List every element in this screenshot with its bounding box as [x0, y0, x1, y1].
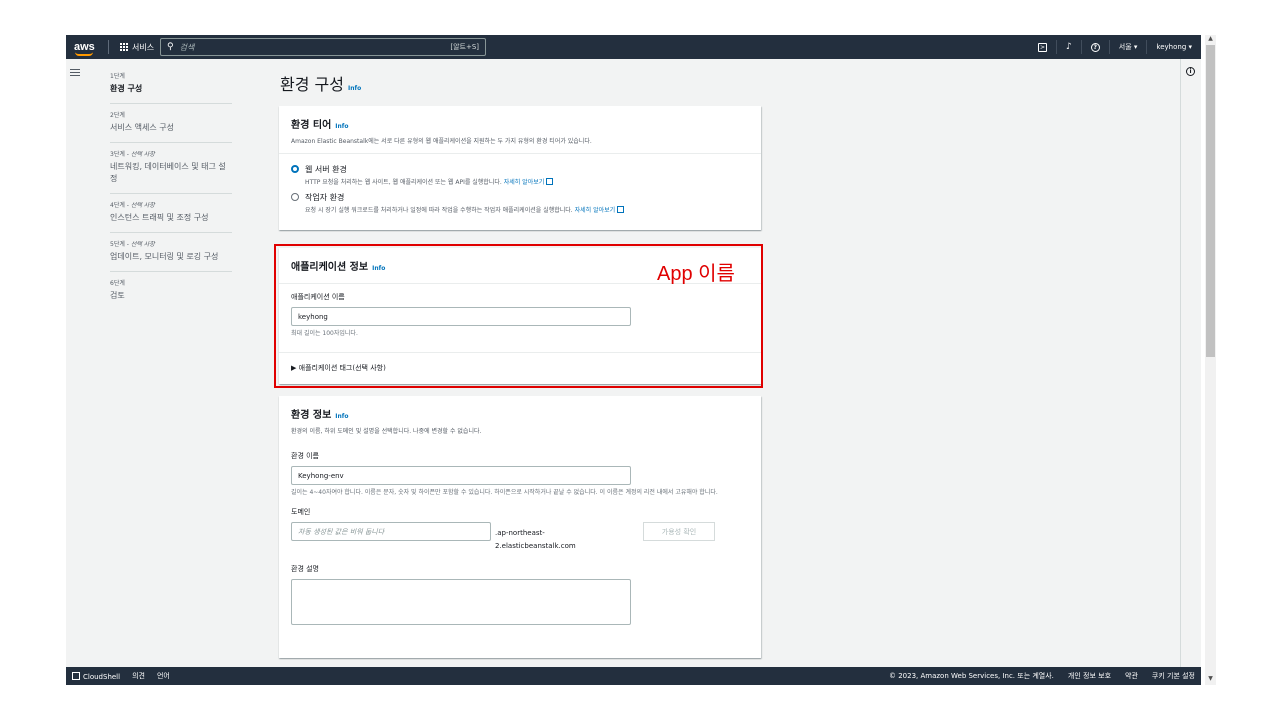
environment-info-card: 환경 정보 Info 환경의 이름, 하위 도메인 및 설명을 선택합니다. 나중…	[279, 396, 761, 658]
annotation-label: App 이름	[657, 263, 735, 285]
step-6[interactable]: 6단계 검토	[110, 272, 232, 310]
step-title: 환경 구성	[110, 84, 143, 93]
grid-icon	[119, 43, 128, 52]
cookie-preferences-link[interactable]: 쿠키 기본 설정	[1152, 671, 1195, 681]
divider	[108, 40, 109, 54]
language-link[interactable]: 언어	[157, 671, 170, 681]
aws-logo[interactable]: aws	[74, 42, 102, 56]
step-title: 서비스 액세스 구성	[110, 123, 174, 132]
wizard-steps: 1단계 환경 구성 2단계 서비스 액세스 구성 3단계 - 선택 사항 네트워…	[110, 65, 232, 310]
cloudshell-footer-button[interactable]: CloudShell	[72, 671, 120, 681]
account-menu[interactable]: keyhong ▾	[1146, 40, 1201, 54]
environment-description-textarea[interactable]	[291, 579, 631, 625]
field-label: 환경 설명	[291, 565, 319, 573]
page-title: 환경 구성 Info	[280, 71, 361, 95]
field-label: 환경 이름	[291, 452, 319, 460]
step-number: 2단계	[110, 112, 125, 119]
scroll-up-arrow[interactable]: ▲	[1205, 35, 1216, 45]
step-4[interactable]: 4단계 - 선택 사항 인스턴스 트래픽 및 조정 구성	[110, 194, 232, 233]
domain-suffix-line-2: 2.elasticbeanstalk.com	[495, 542, 576, 550]
learn-more-link[interactable]: 자세히 알아보기	[504, 179, 545, 186]
footer-right: © 2023, Amazon Web Services, Inc. 또는 계열사…	[889, 671, 1195, 681]
step-number: 6단계	[110, 280, 125, 287]
search-input[interactable]: ⚲ 검색 [알트+S]	[160, 38, 486, 56]
feedback-link[interactable]: 의견	[132, 671, 145, 681]
scrollbar-thumb[interactable]	[1206, 45, 1215, 357]
field-label: 도메인	[291, 508, 311, 516]
step-title: 네트워킹, 데이터베이스 및 태그 설정	[110, 162, 226, 183]
domain-input[interactable]: 자동 생성된 값은 비워 둡니다	[291, 522, 491, 541]
domain-suffix: .ap-northeast- 2.elasticbeanstalk.com	[495, 527, 576, 553]
card-body: 웹 서버 환경 HTTP 요청을 처리하는 웹 사이트, 웹 애플리케이션 또는…	[279, 154, 761, 230]
search-icon: ⚲	[167, 42, 174, 52]
environment-name-input[interactable]: Keyhong-env	[291, 466, 631, 485]
copyright-text: © 2023, Amazon Web Services, Inc. 또는 계열사…	[889, 672, 1054, 680]
services-menu-button[interactable]: 서비스	[119, 42, 154, 53]
info-link[interactable]: Info	[348, 85, 361, 92]
search-placeholder: 검색	[179, 42, 195, 52]
console-frame: aws 서비스 ⚲ 검색 [알트+S] > ♪ ? 서울 ▾ keyhong ▾…	[66, 35, 1201, 685]
top-nav-bar: aws 서비스 ⚲ 검색 [알트+S] > ♪ ? 서울 ▾ keyhong ▾	[66, 35, 1201, 59]
card-header: 환경 티어 Info Amazon Elastic Beanstalk에는 서로 …	[279, 106, 761, 154]
learn-more-link[interactable]: 자세히 알아보기	[575, 207, 616, 214]
check-availability-button[interactable]: 가용성 확인	[643, 522, 715, 541]
environment-tier-card: 환경 티어 Info Amazon Elastic Beanstalk에는 서로 …	[279, 106, 761, 230]
field-hint: 길이는 4~40자여야 합니다. 이름은 문자, 숫자 및 하이픈만 포함할 수…	[291, 489, 718, 496]
terminal-icon: >	[1038, 42, 1048, 52]
terms-link[interactable]: 약관	[1125, 671, 1138, 681]
card-title: 환경 티어 Info	[291, 120, 349, 131]
info-link[interactable]: Info	[335, 123, 348, 130]
step-number: 5단계 - 선택 사항	[110, 241, 155, 248]
info-panel-icon[interactable]: i	[1186, 67, 1195, 76]
tools-rail-divider	[1180, 59, 1181, 667]
notifications-button[interactable]: ♪	[1056, 40, 1081, 54]
radio-unselected[interactable]	[291, 193, 299, 201]
search-shortcut: [알트+S]	[450, 43, 479, 51]
step-number: 3단계 - 선택 사항	[110, 151, 155, 158]
privacy-link[interactable]: 개인 정보 보호	[1068, 671, 1111, 681]
card-header: 환경 정보 Info 환경의 이름, 하위 도메인 및 설명을 선택합니다. 나중…	[279, 396, 761, 443]
footer-bar: CloudShell 의견 언어 © 2023, Amazon Web Serv…	[66, 667, 1201, 685]
menu-icon[interactable]	[70, 69, 80, 76]
cloudshell-button[interactable]: >	[1029, 40, 1056, 54]
scroll-down-arrow[interactable]: ▼	[1205, 675, 1216, 685]
step-3[interactable]: 3단계 - 선택 사항 네트워킹, 데이터베이스 및 태그 설정	[110, 143, 232, 194]
page-title-text: 환경 구성	[280, 75, 344, 94]
services-label: 서비스	[132, 42, 155, 52]
info-link[interactable]: Info	[335, 413, 348, 420]
step-title: 검토	[110, 291, 125, 300]
card-title: 환경 정보 Info	[291, 410, 349, 421]
step-title: 업데이트, 모니터링 및 로깅 구성	[110, 252, 219, 261]
card-body: 환경 이름 Keyhong-env 길이는 4~40자여야 합니다. 이름은 문…	[279, 443, 761, 635]
bell-icon: ♪	[1066, 42, 1072, 52]
region-selector[interactable]: 서울 ▾	[1108, 40, 1147, 54]
step-title: 인스턴스 트래픽 및 조정 구성	[110, 213, 209, 222]
terminal-icon	[72, 671, 80, 680]
step-number: 4단계 - 선택 사항	[110, 202, 155, 209]
footer-left: CloudShell 의견 언어	[66, 671, 170, 681]
step-5[interactable]: 5단계 - 선택 사항 업데이트, 모니터링 및 로깅 구성	[110, 233, 232, 272]
radio-selected[interactable]	[291, 165, 299, 173]
step-2[interactable]: 2단계 서비스 액세스 구성	[110, 104, 232, 143]
step-1[interactable]: 1단계 환경 구성	[110, 65, 232, 104]
option-description: 요청 시 장기 실행 워크로드를 처리하거나 일정에 따라 작업을 수행하는 작…	[305, 205, 625, 214]
worker-option[interactable]: 작업자 환경 요청 시 장기 실행 워크로드를 처리하거나 일정에 따라 작업을…	[291, 192, 749, 214]
help-icon: ?	[1090, 42, 1100, 52]
option-label: 작업자 환경	[305, 193, 345, 202]
top-nav-right: > ♪ ? 서울 ▾ keyhong ▾	[1029, 35, 1201, 59]
external-link-icon	[546, 178, 554, 185]
page-scrollbar[interactable]: ▲ ▼	[1205, 35, 1216, 685]
web-server-option[interactable]: 웹 서버 환경 HTTP 요청을 처리하는 웹 사이트, 웹 애플리케이션 또는…	[291, 164, 749, 186]
option-label: 웹 서버 환경	[305, 165, 347, 174]
card-description: 환경의 이름, 하위 도메인 및 설명을 선택합니다. 나중에 변경할 수 없습…	[291, 428, 482, 435]
card-description: Amazon Elastic Beanstalk에는 서로 다른 유형의 웹 애…	[291, 138, 592, 145]
domain-suffix-line-1: .ap-northeast-	[495, 529, 545, 537]
option-description: HTTP 요청을 처리하는 웹 사이트, 웹 애플리케이션 또는 웹 API를 …	[305, 177, 554, 186]
help-button[interactable]: ?	[1080, 40, 1109, 54]
external-link-icon	[617, 206, 625, 213]
step-number: 1단계	[110, 73, 125, 80]
